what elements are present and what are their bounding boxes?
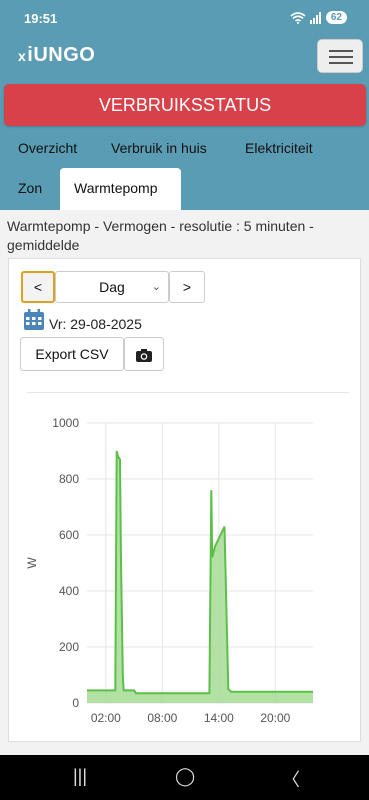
camera-icon (136, 349, 152, 362)
previous-day-button[interactable]: < (21, 271, 55, 303)
back-button[interactable]: 〈 (282, 766, 300, 792)
menu-bar-icon (329, 62, 353, 64)
screenshot-button[interactable] (124, 337, 164, 371)
menu-bar-icon (329, 56, 353, 58)
y-tick-label: 200 (59, 640, 79, 654)
clock: 19:51 (24, 11, 58, 26)
tab-zon[interactable]: Zon (18, 180, 42, 196)
tab-warmtepomp[interactable]: Warmtepomp (74, 180, 158, 196)
signal-icon (309, 11, 321, 24)
y-tick-label: 1000 (52, 416, 79, 430)
y-tick-label: 600 (59, 528, 79, 542)
x-tick-label: 02:00 (91, 711, 121, 725)
android-nav-bar: ||| ◯ 〈 (0, 755, 369, 800)
tab-elektriciteit[interactable]: Elektriciteit (245, 140, 313, 156)
tab-overzicht[interactable]: Overzicht (18, 140, 77, 156)
divider (27, 392, 349, 393)
export-csv-button[interactable]: Export CSV (20, 337, 124, 371)
tab-row-1: Overzicht Verbruik in huis Elektriciteit (0, 128, 369, 168)
next-day-button[interactable]: > (169, 271, 205, 303)
y-tick-label: 0 (72, 696, 79, 710)
status-bar: 19:51 62 (0, 0, 369, 34)
tab-row-2: Zon Warmtepomp (0, 168, 369, 210)
battery-badge: 62 (325, 11, 347, 24)
power-chart: 0 200 400 600 800 1000 02:00 08:00 14:00 20:00 W (25, 416, 313, 725)
tab-verbruik-in-huis[interactable]: Verbruik in huis (111, 140, 207, 156)
x-tick-label: 20:00 (260, 711, 290, 725)
y-tick-label: 400 (59, 584, 79, 598)
system-icons: 62 (290, 11, 347, 24)
wifi-icon (290, 11, 306, 24)
recent-apps-button[interactable]: ||| (73, 766, 87, 787)
y-tick-label: 800 (59, 472, 79, 486)
date-label: Vr: 29-08-2025 (49, 316, 142, 332)
menu-bar-icon (329, 50, 353, 52)
chevron-down-icon: ⌄ (151, 281, 161, 293)
iungo-logo[interactable]: xiUNGO (18, 44, 95, 67)
x-tick-label: 08:00 (147, 711, 177, 725)
chart-card: < Dag ⌄ > Vr: 29-08-2025 Export CSV 0 200 4… (8, 258, 361, 742)
y-axis-label: W (25, 557, 39, 569)
hamburger-menu-button[interactable] (317, 39, 363, 73)
panel-title: Warmtepomp - Vermogen - resolutie : 5 mi… (7, 218, 314, 253)
period-select[interactable]: Dag ⌄ (55, 271, 169, 303)
calendar-icon[interactable] (23, 309, 45, 331)
x-tick-label: 14:00 (204, 711, 234, 725)
verbruiksstatus-button[interactable]: VERBRUIKSSTATUS (4, 84, 366, 126)
app-header: xiUNGO (0, 34, 369, 78)
home-button[interactable]: ◯ (175, 766, 195, 787)
content-panel: Warmtepomp - Vermogen - resolutie : 5 mi… (0, 210, 369, 755)
